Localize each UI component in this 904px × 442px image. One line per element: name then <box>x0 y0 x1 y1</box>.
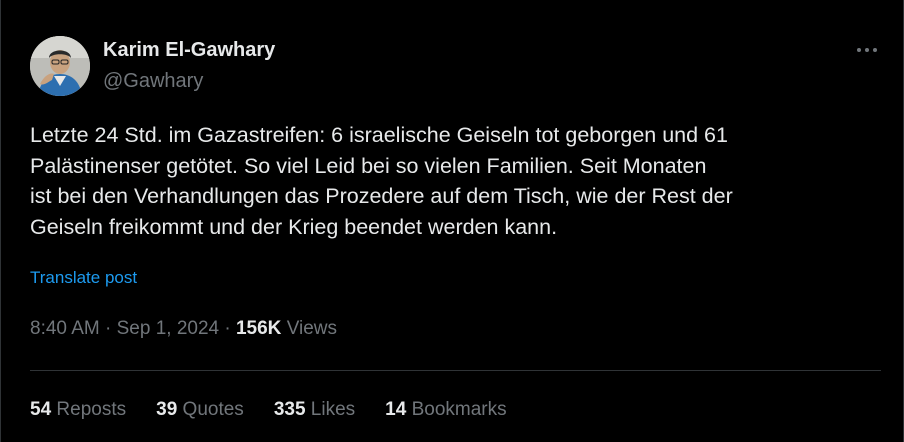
post-card: Karim El-Gawhary @Gawhary Letzte 24 Std.… <box>0 0 904 442</box>
likes-count: 335 <box>273 399 306 420</box>
engagement-stats: 54 Reposts 39 Quotes 335 Likes 14 Bookma… <box>30 399 537 421</box>
post-text: Letzte 24 Std. im Gazastreifen: 6 israel… <box>30 123 733 239</box>
bookmarks-stat[interactable]: 14 Bookmarks <box>385 399 506 421</box>
likes-stat[interactable]: 335 Likes <box>274 399 355 421</box>
meta-separator: · <box>224 318 231 339</box>
post-time[interactable]: 8:40 AM <box>30 318 100 339</box>
avatar[interactable] <box>30 36 90 96</box>
reposts-label: Reposts <box>56 399 127 420</box>
author-handle[interactable]: @Gawhary <box>103 70 203 93</box>
views-count: 156K <box>235 318 282 339</box>
likes-label: Likes <box>310 399 356 420</box>
reposts-stat[interactable]: 54 Reposts <box>30 399 126 421</box>
author-display-name[interactable]: Karim El-Gawhary <box>103 39 275 62</box>
quotes-count: 39 <box>156 399 178 420</box>
quotes-stat[interactable]: 39 Quotes <box>156 399 244 421</box>
more-options-button[interactable] <box>847 36 887 64</box>
more-horizontal-icon <box>857 48 877 52</box>
meta-separator: · <box>105 318 112 339</box>
avatar-image <box>30 36 90 96</box>
bookmarks-label: Bookmarks <box>411 399 507 420</box>
post-meta: 8:40 AM · Sep 1, 2024 · 156K Views <box>30 318 337 340</box>
divider <box>30 370 881 371</box>
reposts-count: 54 <box>30 399 52 420</box>
views-label: Views <box>286 318 338 339</box>
quotes-label: Quotes <box>182 399 244 420</box>
bookmarks-count: 14 <box>385 399 407 420</box>
post-date[interactable]: Sep 1, 2024 <box>117 318 219 339</box>
translate-post-link[interactable]: Translate post <box>30 268 137 288</box>
